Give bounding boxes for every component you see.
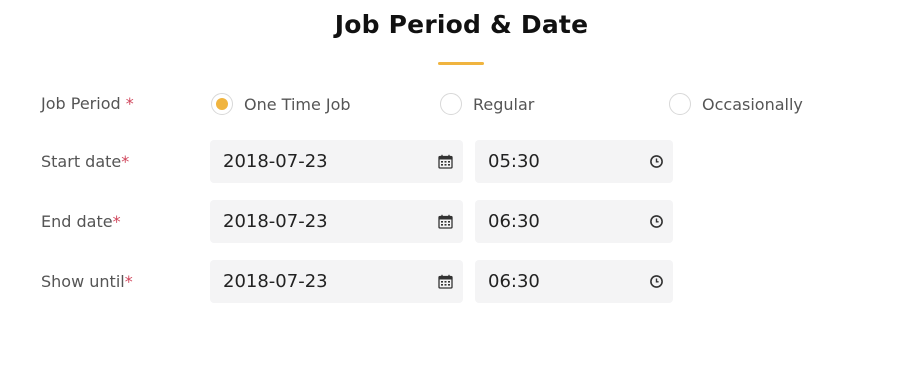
radio-selected-dot bbox=[216, 98, 228, 110]
radio-label: Occasionally bbox=[702, 94, 803, 114]
radio-regular[interactable]: Regular bbox=[440, 92, 534, 116]
show-until-label-text: Show until bbox=[41, 272, 125, 291]
radio-label: Regular bbox=[473, 94, 535, 114]
calendar-icon[interactable] bbox=[438, 214, 453, 229]
start-date-label-text: Start date bbox=[41, 152, 122, 171]
clock-icon[interactable] bbox=[649, 214, 664, 229]
end-time-input[interactable]: 06:30 bbox=[475, 200, 673, 243]
show-until-date-input[interactable]: 2018-07-23 bbox=[210, 260, 463, 303]
required-mark: * bbox=[112, 212, 121, 231]
required-mark: * bbox=[124, 272, 133, 291]
start-time-input[interactable]: 05:30 bbox=[475, 140, 673, 183]
clock-icon[interactable] bbox=[649, 154, 664, 169]
required-mark: * bbox=[121, 152, 130, 171]
show-until-label: Show until* bbox=[41, 272, 133, 291]
job-period-label-text: Job Period bbox=[41, 94, 121, 113]
radio-occasionally[interactable]: Occasionally bbox=[669, 92, 803, 116]
radio-one-time-job[interactable]: One Time Job bbox=[211, 92, 351, 116]
end-date-input[interactable]: 2018-07-23 bbox=[210, 200, 463, 243]
start-date-value: 2018-07-23 bbox=[223, 151, 328, 172]
show-until-time-value: 06:30 bbox=[488, 271, 540, 292]
calendar-icon[interactable] bbox=[438, 274, 453, 289]
end-date-label: End date* bbox=[41, 212, 121, 231]
job-period-form: Job Period & Date Job Period * One Time … bbox=[0, 0, 923, 367]
show-until-time-input[interactable]: 06:30 bbox=[475, 260, 673, 303]
required-mark: * bbox=[125, 94, 134, 113]
radio-label: One Time Job bbox=[244, 94, 351, 114]
page-title: Job Period & Date bbox=[334, 10, 589, 39]
radio-button[interactable] bbox=[669, 93, 691, 115]
end-date-value: 2018-07-23 bbox=[223, 211, 328, 232]
end-date-label-text: End date bbox=[41, 212, 113, 231]
start-date-label: Start date* bbox=[41, 152, 129, 171]
job-period-label: Job Period * bbox=[41, 94, 134, 113]
radio-button[interactable] bbox=[440, 93, 462, 115]
title-underline bbox=[438, 62, 484, 65]
start-time-value: 05:30 bbox=[488, 151, 540, 172]
radio-button[interactable] bbox=[211, 93, 233, 115]
clock-icon[interactable] bbox=[649, 274, 664, 289]
start-date-input[interactable]: 2018-07-23 bbox=[210, 140, 463, 183]
end-time-value: 06:30 bbox=[488, 211, 540, 232]
calendar-icon[interactable] bbox=[438, 154, 453, 169]
show-until-date-value: 2018-07-23 bbox=[223, 271, 328, 292]
